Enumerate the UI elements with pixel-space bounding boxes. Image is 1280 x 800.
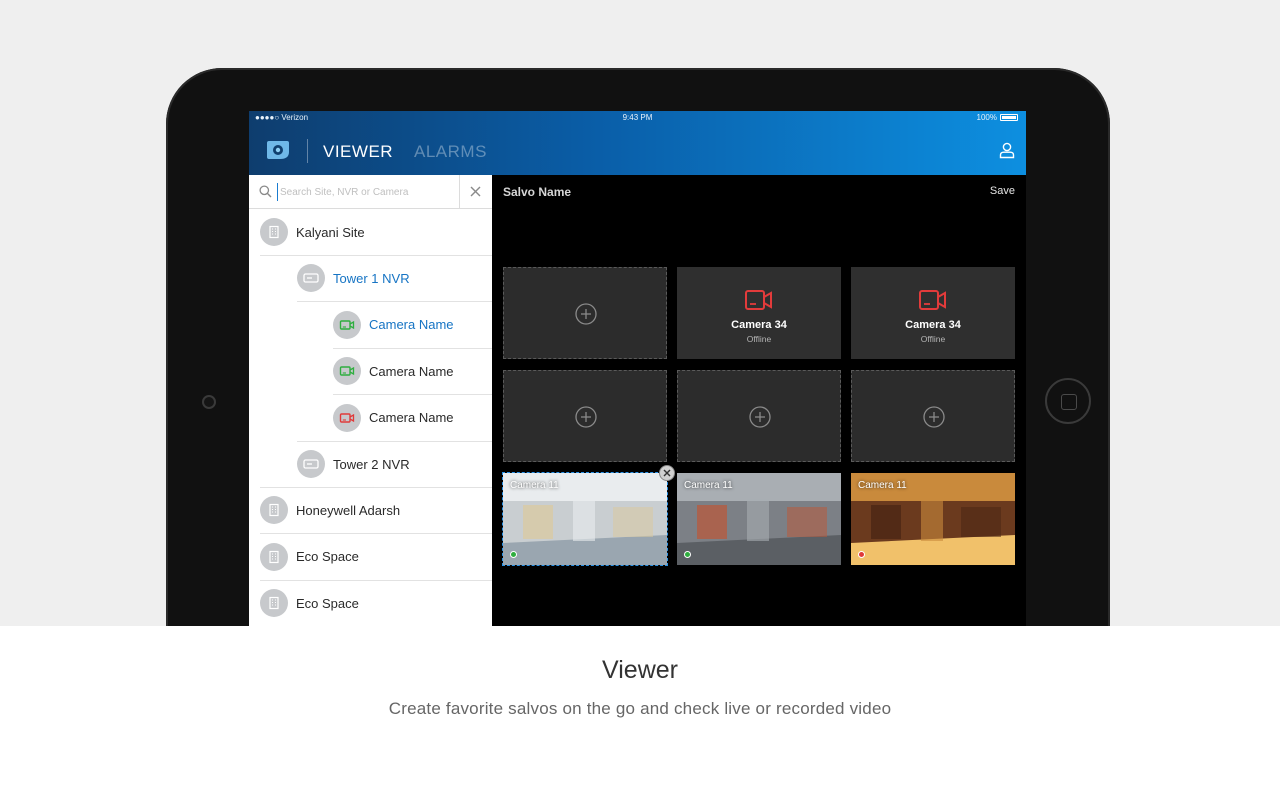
tree-item[interactable]: Eco Space: [260, 580, 359, 626]
nvr-icon: [297, 450, 325, 478]
live-camera-tile[interactable]: Camera 11: [677, 473, 841, 565]
ios-status-bar: ●●●●○ Verizon 9:43 PM 100%: [249, 111, 1026, 125]
tree-item-label: Camera Name: [369, 363, 454, 379]
app-screen: VIEWER ALARMS ●●●●○ Verizon 9:43 PM 100%: [249, 111, 1026, 626]
camera-name: Camera 11: [684, 480, 733, 491]
building-icon: [260, 496, 288, 525]
add-camera-icon: [575, 406, 597, 428]
battery-status: 100%: [977, 113, 1018, 122]
tree-item-label: Tower 2 NVR: [333, 456, 410, 472]
status-dot: [858, 551, 865, 558]
camera-status: Offline: [746, 334, 772, 344]
search-input[interactable]: [277, 183, 457, 201]
tree-item[interactable]: Tower 1 NVR: [297, 255, 410, 301]
add-camera-icon: [923, 406, 945, 428]
camera-name: Camera 34: [731, 319, 787, 331]
battery-icon: [1000, 114, 1018, 121]
camera-offline-icon: [919, 290, 946, 310]
header-divider: [307, 139, 308, 163]
building-icon: [260, 218, 288, 246]
status-dot: [684, 551, 691, 558]
camera-name: Camera 11: [858, 480, 907, 491]
empty-slot[interactable]: [677, 370, 841, 462]
caption-title: Viewer: [602, 656, 678, 684]
status-dot: [510, 551, 517, 558]
tree-item[interactable]: Kalyani Site: [260, 209, 365, 255]
camera-name: Camera 34: [905, 319, 961, 331]
save-button[interactable]: Save: [990, 185, 1015, 197]
add-camera-icon: [749, 406, 771, 428]
live-camera-tile[interactable]: Camera 11: [502, 472, 668, 566]
camera-online-icon: [333, 357, 361, 386]
camera-offline-icon: [745, 290, 772, 310]
close-icon: [663, 469, 671, 477]
offline-camera-tile[interactable]: Camera 34 Offline: [677, 267, 841, 359]
device-mockup-stage: VIEWER ALARMS ●●●●○ Verizon 9:43 PM 100%: [0, 0, 1280, 626]
tree-item[interactable]: Camera Name: [333, 302, 454, 348]
tree-item[interactable]: Honeywell Adarsh: [260, 487, 400, 533]
live-camera-tile[interactable]: Camera 11: [851, 473, 1015, 565]
tree-item-label: Camera Name: [369, 410, 454, 426]
app-logo-icon: [267, 141, 289, 159]
camera-online-icon: [333, 310, 361, 339]
tree-item[interactable]: Camera Name: [333, 395, 454, 441]
search-icon: [259, 185, 272, 198]
device-tree-sidebar: Kalyani Site Tower 1 NVR Camera Name Camera…: [249, 175, 492, 626]
tab-alarms[interactable]: ALARMS: [414, 142, 487, 162]
empty-slot[interactable]: [851, 370, 1015, 462]
building-icon: [260, 542, 288, 571]
tree-item-label: Honeywell Adarsh: [296, 502, 401, 518]
caption-subtitle: Create favorite salvos on the go and che…: [388, 699, 892, 718]
camera-status: Offline: [920, 334, 946, 344]
camera-name: Camera 11: [510, 480, 559, 491]
tab-viewer[interactable]: VIEWER: [323, 142, 393, 162]
camera-offline-icon: [333, 403, 361, 432]
nvr-icon: [297, 264, 325, 293]
tree-item[interactable]: Eco Space: [260, 534, 359, 580]
search-divider: [459, 175, 460, 209]
tree-item-label: Eco Space: [296, 595, 359, 611]
tree-item-label: Eco Space: [296, 549, 359, 565]
salvo-name-title[interactable]: Salvo Name: [503, 185, 571, 199]
battery-percent: 100%: [976, 113, 997, 122]
front-camera: [202, 395, 216, 409]
tree-item[interactable]: Camera Name: [333, 348, 454, 394]
caption-area: Viewer Create favorite salvos on the go …: [0, 626, 1280, 800]
search-bar: [249, 175, 492, 209]
salvo-pane: Salvo Name Save Camera 34 Offline Camera 3…: [492, 175, 1026, 626]
clock-text: 9:43 PM: [622, 113, 653, 122]
remove-tile-button[interactable]: [659, 465, 675, 481]
tree-item-label: Camera Name: [369, 317, 454, 333]
empty-slot[interactable]: [503, 370, 667, 462]
tree-item-label: Kalyani Site: [296, 224, 365, 240]
tree-item[interactable]: Tower 2 NVR: [297, 441, 410, 487]
clear-search-icon[interactable]: [469, 185, 482, 198]
empty-slot[interactable]: [503, 267, 667, 359]
add-camera-icon: [575, 303, 597, 325]
tree-item-label: Tower 1 NVR: [333, 270, 410, 286]
user-profile-icon[interactable]: [998, 141, 1016, 159]
building-icon: [260, 589, 288, 618]
offline-camera-tile[interactable]: Camera 34 Offline: [851, 267, 1015, 359]
home-button: [1045, 378, 1091, 424]
